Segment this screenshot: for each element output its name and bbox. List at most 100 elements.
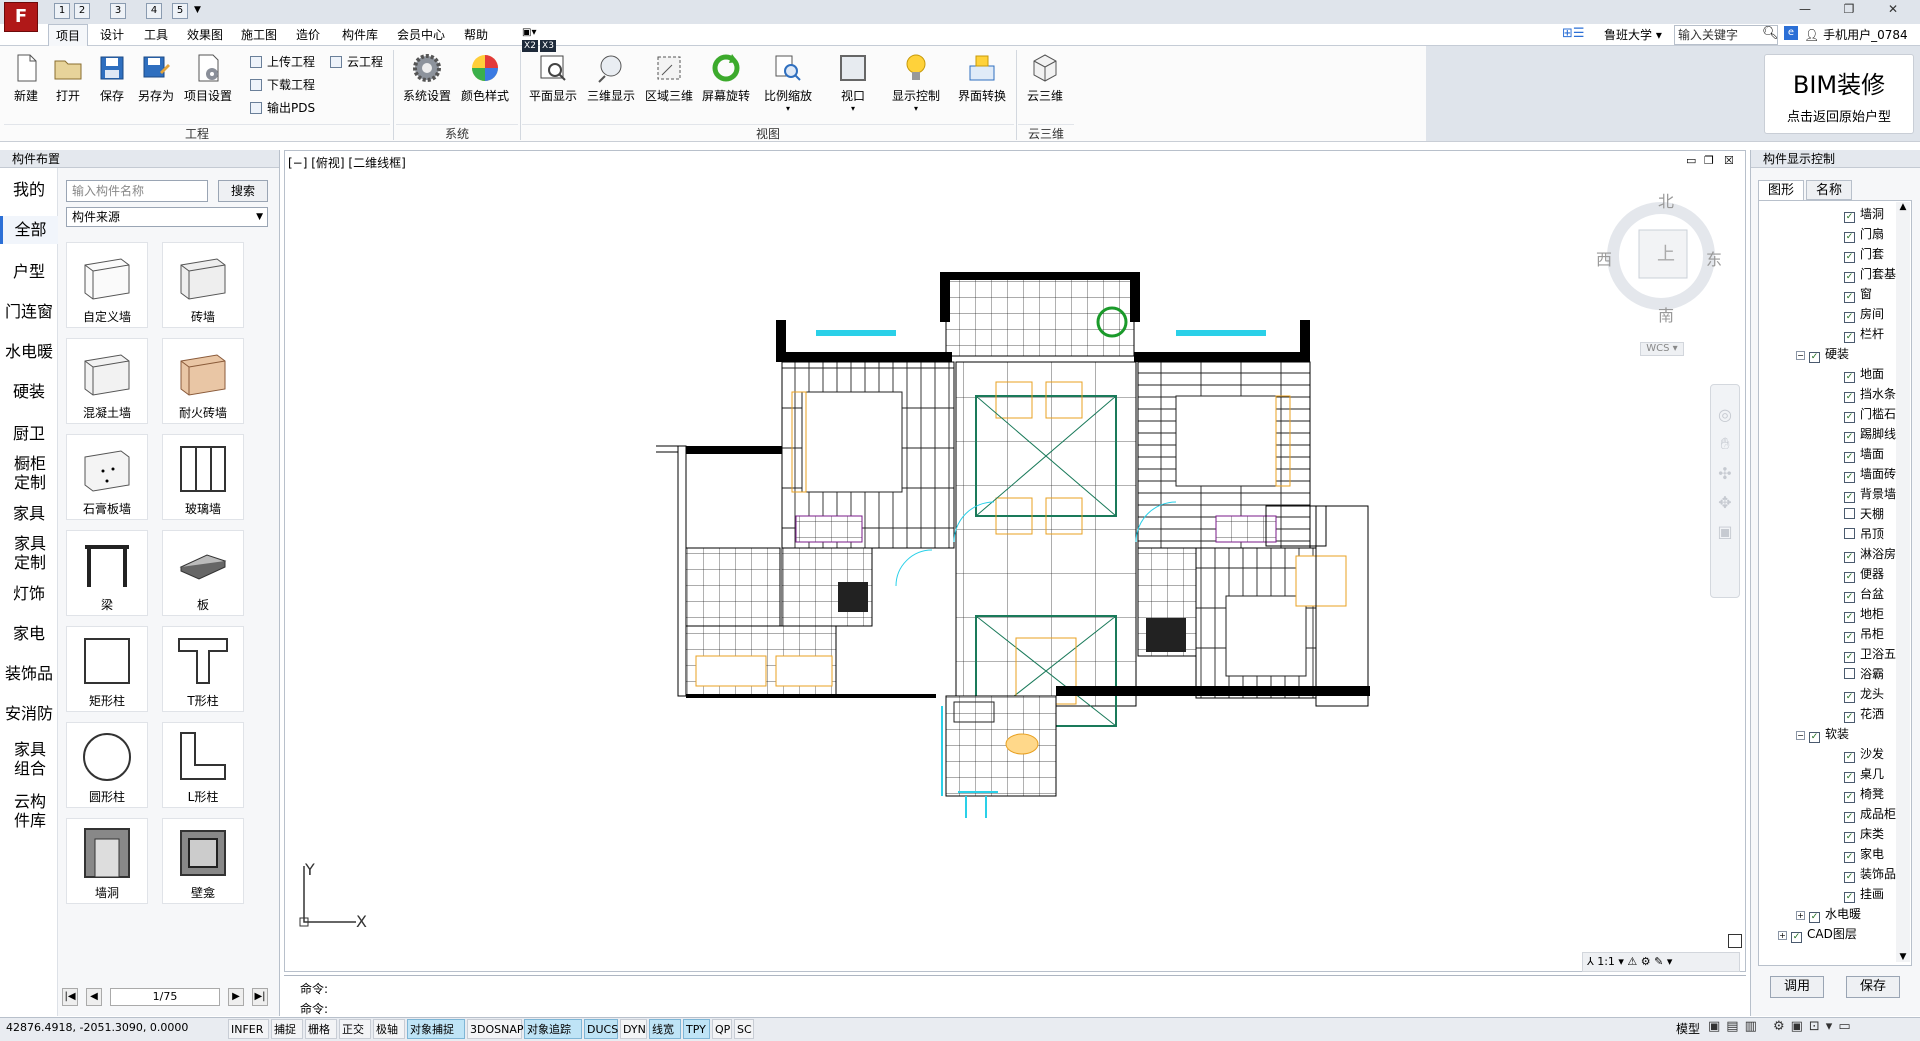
layer-tree-item[interactable]: ✓ 吊柜 <box>1766 624 1894 644</box>
component-name-input[interactable]: 输入构件名称 <box>66 180 208 202</box>
interface-switch-button[interactable]: 界面转换 <box>952 50 1012 110</box>
system-settings-button[interactable]: 系统设置 <box>400 50 454 110</box>
layer-tree-item[interactable]: ✓ 沙发 <box>1766 744 1894 764</box>
compass-east[interactable]: 东 <box>1706 246 1722 270</box>
prev-page-button[interactable]: ◀ <box>86 988 102 1006</box>
minimize-icon[interactable]: — <box>1792 2 1818 20</box>
component-glass-wall[interactable]: 玻璃墙 <box>162 434 244 520</box>
status-toggle[interactable]: DYN <box>620 1019 647 1039</box>
layer-checkbox[interactable]: ✓ <box>1844 472 1855 483</box>
view-mode-label[interactable]: [−] [俯视] [二维线框] <box>288 154 406 171</box>
component-slab[interactable]: 板 <box>162 530 244 616</box>
viewport-restore-icon[interactable]: ❐ <box>1704 154 1714 167</box>
quick-access-button-2[interactable]: 2 <box>74 3 90 19</box>
layer-tree-item[interactable]: ✓ 门扇 <box>1766 224 1894 244</box>
layer-checkbox[interactable]: ✓ <box>1844 432 1855 443</box>
layer-checkbox[interactable] <box>1844 528 1855 539</box>
layer-checkbox[interactable]: ✓ <box>1844 412 1855 423</box>
tree-scrollbar[interactable]: ▲ ▼ <box>1896 202 1910 962</box>
layer-checkbox[interactable]: ✓ <box>1844 292 1855 303</box>
component-t-column[interactable]: T形柱 <box>162 626 244 712</box>
layer-checkbox[interactable]: ✓ <box>1809 732 1820 743</box>
page-indicator[interactable]: 1/75 <box>110 988 220 1006</box>
category-hard-decoration[interactable]: 硬装 <box>0 382 58 402</box>
scale-zoom-button[interactable]: 比例缩放 ▾ <box>760 50 816 113</box>
status-toggle[interactable]: DUCS <box>584 1019 618 1039</box>
menu-help[interactable]: 帮助 <box>458 24 494 46</box>
layer-tree-item[interactable]: ✓ 装饰品 <box>1766 864 1896 884</box>
layer-checkbox[interactable]: ✓ <box>1809 352 1820 363</box>
restore-icon[interactable]: ❐ <box>1836 2 1862 20</box>
status-tray-icons[interactable]: ▣▤▥ ⚙▣⊡▾▭ <box>1708 1019 1857 1034</box>
save-button[interactable]: 保存 <box>92 50 132 110</box>
screen-rotate-button[interactable]: 屏幕旋转 <box>698 50 754 110</box>
plan-view-button[interactable]: 平面显示 <box>526 50 580 110</box>
layer-tree-item[interactable]: ✓ 墙面 <box>1766 444 1894 464</box>
bim-decoration-promo[interactable]: BIM装修 点击返回原始户型 <box>1764 54 1914 134</box>
component-niche[interactable]: 壁龛 <box>162 818 244 904</box>
layer-checkbox[interactable]: ✓ <box>1844 212 1855 223</box>
layer-checkbox[interactable]: ✓ <box>1844 232 1855 243</box>
menu-design[interactable]: 设计 <box>94 24 130 46</box>
floor-plan-drawing[interactable] <box>656 266 1376 880</box>
show-motion-icon[interactable]: ▣ <box>1711 522 1739 541</box>
layer-checkbox[interactable]: ✓ <box>1844 272 1855 283</box>
layer-tree-item[interactable]: ✓ 踢脚线 <box>1766 424 1896 444</box>
layer-checkbox[interactable]: ✓ <box>1844 692 1855 703</box>
component-rectangular-column[interactable]: 矩形柱 <box>66 626 148 712</box>
layer-tree-item[interactable]: ✓ 成品柜 <box>1766 804 1896 824</box>
viewport-toggle-icon[interactable] <box>1728 934 1742 948</box>
layer-tree-item[interactable]: 天棚 <box>1766 504 1894 524</box>
component-round-column[interactable]: 圆形柱 <box>66 722 148 808</box>
component-gypsum-wall[interactable]: 石膏板墙 <box>66 434 148 520</box>
category-lighting[interactable]: 灯饰 <box>0 584 58 604</box>
menu-cost[interactable]: 造价 <box>290 24 326 46</box>
layer-checkbox[interactable] <box>1844 668 1855 679</box>
layer-tree-item[interactable]: ✓ 卫浴五 <box>1766 644 1896 664</box>
compass-south[interactable]: 南 <box>1650 302 1682 326</box>
layer-tree-item[interactable]: ✓ 墙面砖 <box>1766 464 1896 484</box>
region-3d-button[interactable]: 区域三维 <box>642 50 696 110</box>
layer-tree-item[interactable]: ✓ 门槛石 <box>1766 404 1896 424</box>
category-custom-cabinets[interactable]: 橱柜定制 <box>10 454 50 492</box>
search-icon[interactable]: 🔍︎ <box>1762 26 1779 41</box>
menu-member-center[interactable]: 会员中心 <box>392 24 450 46</box>
component-firebrick-wall[interactable]: 耐火砖墙 <box>162 338 244 424</box>
menu-component-library[interactable]: 构件库 <box>336 24 384 46</box>
category-furniture[interactable]: 家具 <box>0 504 58 524</box>
layer-tree-item[interactable]: ✓ 挡水条 <box>1766 384 1896 404</box>
search-button[interactable]: 搜索 <box>218 180 268 202</box>
layer-checkbox[interactable]: ✓ <box>1844 752 1855 763</box>
category-kitchen-bath[interactable]: 厨卫 <box>0 424 58 444</box>
color-style-button[interactable]: 颜色样式 <box>458 50 512 110</box>
layer-checkbox[interactable] <box>1844 508 1855 519</box>
component-beam[interactable]: 梁 <box>66 530 148 616</box>
layer-tree-item[interactable]: ✓ 挂画 <box>1766 884 1894 904</box>
pan-hand-icon[interactable]: ✋︎ <box>1711 434 1739 454</box>
layer-tree-item[interactable]: ✓ 淋浴房 <box>1766 544 1896 564</box>
tab-graphics[interactable]: 图形 <box>1758 180 1804 200</box>
first-page-button[interactable]: |◀ <box>62 988 78 1006</box>
status-toggle[interactable]: 捕捉 <box>271 1019 303 1039</box>
next-page-button[interactable]: ▶ <box>228 988 244 1006</box>
layer-tree-item[interactable]: ✓ 花洒 <box>1766 704 1894 724</box>
layer-tree-item[interactable]: ✓ 窗 <box>1766 284 1894 304</box>
layer-tree-item[interactable]: ✓ 房间 <box>1766 304 1894 324</box>
layer-tree-item[interactable]: ✓ 地柜 <box>1766 604 1894 624</box>
layer-checkbox[interactable]: ✓ <box>1844 812 1855 823</box>
component-wall-opening[interactable]: 墙洞 <box>66 818 148 904</box>
cloud-3d-button[interactable]: 云三维 <box>1020 50 1070 110</box>
download-project-button[interactable]: 下载工程 <box>250 75 315 95</box>
last-page-button[interactable]: ▶| <box>252 988 268 1006</box>
component-concrete-wall[interactable]: 混凝土墙 <box>66 338 148 424</box>
layer-checkbox[interactable]: ✓ <box>1844 312 1855 323</box>
layer-checkbox[interactable]: ✓ <box>1844 592 1855 603</box>
quick-access-button-3[interactable]: 3 <box>110 3 126 19</box>
viewport-close-icon[interactable]: ☒ <box>1724 154 1734 167</box>
viewport-minimize-icon[interactable]: ▭ <box>1686 154 1696 167</box>
layer-checkbox[interactable]: ✓ <box>1844 872 1855 883</box>
viewport-button[interactable]: 视口 ▾ <box>828 50 878 113</box>
project-settings-button[interactable]: 项目设置 <box>182 50 234 110</box>
category-doors-windows[interactable]: 门连窗 <box>0 302 58 322</box>
status-toggle[interactable]: TPY <box>683 1019 710 1039</box>
